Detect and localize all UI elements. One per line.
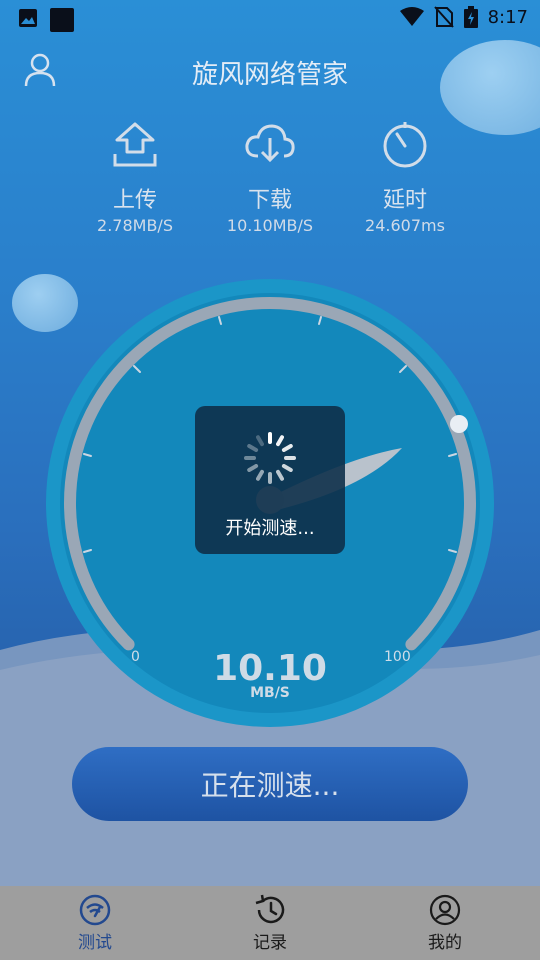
speedometer-icon xyxy=(79,894,111,926)
latency-stat: 延时 24.607ms xyxy=(315,118,495,235)
battery-icon xyxy=(463,6,478,28)
download-icon xyxy=(245,124,295,163)
latency-label: 延时 xyxy=(382,188,427,213)
loading-spinner-icon xyxy=(244,432,296,484)
upload-icon xyxy=(113,122,157,167)
header: 旋风网络管家 xyxy=(0,40,540,102)
bottom-nav: 测试 记录 我的 xyxy=(0,886,540,960)
history-icon xyxy=(255,894,285,924)
nav-item-test[interactable]: 测试 xyxy=(35,894,155,953)
no-sim-icon xyxy=(433,6,454,28)
nav-label-test: 测试 xyxy=(78,933,112,953)
gauge-speed-unit: MB/S xyxy=(250,685,290,701)
clock: 8:17 xyxy=(487,6,528,28)
app-icon xyxy=(50,8,74,32)
timer-icon xyxy=(383,122,427,168)
image-icon xyxy=(19,9,37,27)
nav-item-mine[interactable]: 我的 xyxy=(385,894,505,953)
nav-item-history[interactable]: 记录 xyxy=(210,894,330,953)
loading-toast: 开始测速... xyxy=(195,406,345,554)
speed-test-screen: 8:17 旋风网络管家 上传 2.78MB/S 下载 10.10MB/S 延时 … xyxy=(0,0,540,960)
start-test-button[interactable]: 正在测速... xyxy=(72,747,468,821)
status-bar: 8:17 xyxy=(0,0,540,36)
latency-value: 24.607ms xyxy=(365,216,445,235)
nav-label-history: 记录 xyxy=(253,933,287,953)
gauge-speed-value: 10.10 xyxy=(213,648,327,689)
nav-label-mine: 我的 xyxy=(428,933,462,953)
wifi-icon xyxy=(399,7,424,26)
profile-icon xyxy=(429,894,461,926)
toast-message: 开始测速... xyxy=(225,518,315,539)
stats-row: 上传 2.78MB/S 下载 10.10MB/S 延时 24.607ms xyxy=(0,118,540,248)
app-title: 旋风网络管家 xyxy=(191,60,348,90)
